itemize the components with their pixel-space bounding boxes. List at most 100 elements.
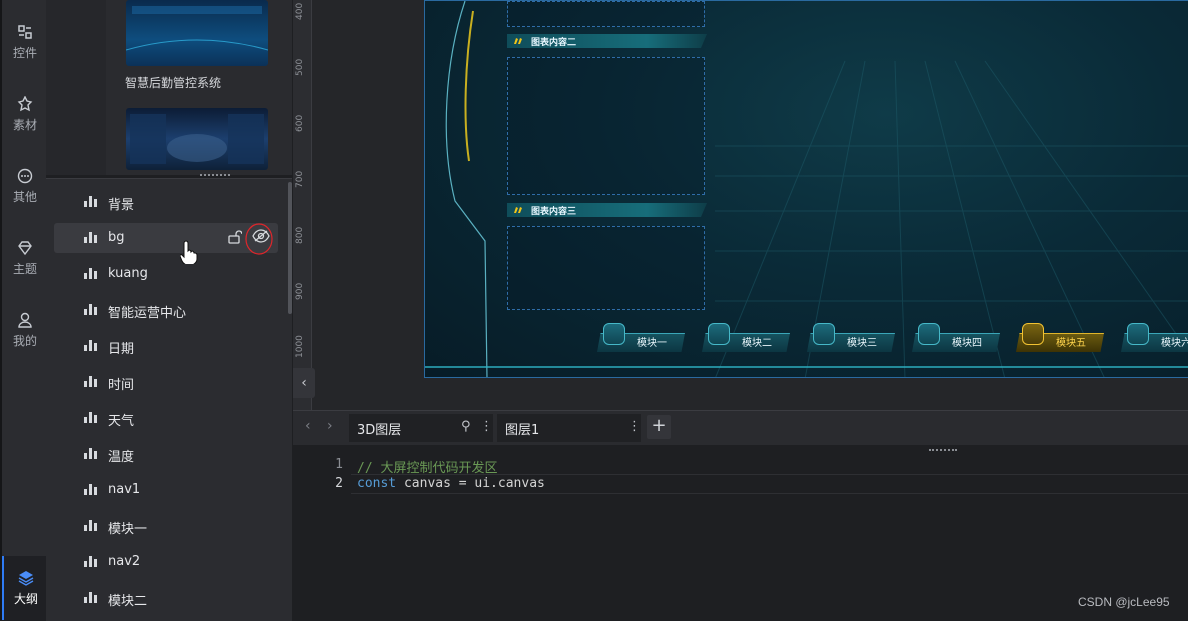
pencil-icon	[514, 38, 522, 44]
more-vertical-icon[interactable]: ⋮	[628, 419, 641, 434]
code-editor[interactable]: 1 // 大屏控制代码开发区 2 const canvas = ui.canva…	[293, 445, 1188, 620]
ruler-tick: 800	[295, 226, 305, 244]
design-canvas[interactable]: 400 500 600 700 800 900 1000 ‹ 图表内容二 图表内…	[293, 0, 1188, 410]
layer-item[interactable]: 模块二	[54, 583, 278, 613]
nav-label: 模块六	[1161, 338, 1188, 349]
line-number: 2	[335, 476, 343, 491]
rail-label-widgets: 控件	[12, 46, 37, 60]
ruler-tick: 900	[295, 282, 305, 300]
ruler-tick: 1000	[295, 335, 305, 358]
layer-label: 温度	[108, 450, 135, 465]
add-tab-button[interactable]: +	[647, 415, 671, 439]
nav-label: 模块三	[847, 338, 877, 349]
assets-icon	[17, 96, 33, 112]
layer-label: kuang	[108, 266, 148, 281]
module-icon	[708, 323, 730, 345]
nav-module-3[interactable]: 模块三	[807, 323, 895, 352]
rail-item-widgets[interactable]: 控件	[2, 24, 48, 61]
chart-panel-box[interactable]	[507, 57, 705, 195]
watermark: CSDN @jcLee95	[1078, 595, 1170, 609]
chart-panel-title: 图表内容二	[507, 34, 707, 48]
code-line: const canvas = ui.canvas	[357, 476, 545, 491]
more-vertical-icon[interactable]: ⋮	[480, 419, 493, 434]
rail-label-assets: 素材	[12, 118, 37, 132]
code-rest: canvas = ui.canvas	[396, 476, 545, 491]
nav-module-4[interactable]: 模块四	[912, 323, 1000, 352]
layer-item[interactable]: 天气	[54, 403, 278, 433]
rail-label-mine: 我的	[12, 334, 37, 348]
chart-panel-box[interactable]	[507, 226, 705, 310]
layers-icon	[18, 571, 34, 586]
nav-module-2[interactable]: 模块二	[702, 323, 790, 352]
ruler-tick: 700	[295, 170, 305, 188]
screen-stage[interactable]: 图表内容二 图表内容三 模块一 模块二 模块三 模块四 模块五 模块六	[424, 0, 1188, 378]
layer-label: 模块一	[108, 522, 148, 537]
hand-cursor-icon	[180, 240, 198, 264]
layer-label: 背景	[108, 198, 135, 213]
layer-item[interactable]: nav1	[54, 475, 278, 505]
module-icon	[603, 323, 625, 345]
panel-title-text: 图表内容三	[531, 207, 577, 217]
chart-bar-icon	[84, 412, 97, 423]
rail-label-other: 其他	[12, 190, 37, 204]
tab-next-icon[interactable]: ›	[327, 418, 333, 434]
rail-item-mine[interactable]: 我的	[2, 312, 48, 349]
layer-label: 日期	[108, 342, 135, 357]
pin-icon[interactable]: ⚲	[461, 419, 471, 434]
more-icon	[17, 168, 33, 184]
ruler-tick: 400	[295, 2, 305, 20]
chart-bar-icon	[84, 304, 97, 315]
editor-split-handle[interactable]	[929, 449, 957, 451]
layer-label: 天气	[108, 414, 135, 429]
globe-icon	[813, 323, 835, 345]
layer-item[interactable]: 温度	[54, 439, 278, 469]
rail-item-theme[interactable]: 主题	[2, 240, 48, 277]
tab-layer-1[interactable]: 图层1 ⋮	[497, 414, 641, 442]
nav-label: 模块一	[637, 338, 667, 349]
rail-item-assets[interactable]: 素材	[2, 96, 48, 133]
layer-item[interactable]: 日期	[54, 331, 278, 361]
layer-item[interactable]: nav2	[54, 547, 278, 577]
layer-item[interactable]: 时间	[54, 367, 278, 397]
chart-panel-box[interactable]	[507, 1, 705, 27]
collapse-panel-button[interactable]: ‹	[293, 368, 315, 398]
rail-label-theme: 主题	[12, 262, 37, 276]
ruler-tick: 600	[295, 114, 305, 132]
chart-bar-icon	[84, 448, 97, 459]
panel-title-text: 图表内容二	[531, 38, 577, 48]
rail-item-outline[interactable]: 大纲	[2, 556, 48, 620]
user-icon	[18, 312, 32, 328]
tab-3d-layer[interactable]: 3D图层 ⚲ ⋮	[349, 414, 493, 442]
theme-icon	[18, 241, 32, 256]
nav-module-1[interactable]: 模块一	[597, 323, 685, 352]
chart-bar-icon	[84, 340, 97, 351]
nav-module-5[interactable]: 模块五	[1016, 323, 1104, 352]
layer-label: 时间	[108, 378, 135, 393]
code-keyword: const	[357, 476, 397, 491]
layer-tab-bar: ‹ › 3D图层 ⚲ ⋮ 图层1 ⋮ +	[293, 410, 1188, 446]
chart-bar-icon	[84, 232, 97, 243]
chart-panel-title: 图表内容三	[507, 203, 707, 217]
layer-item[interactable]: 模块一	[54, 511, 278, 541]
ruler-tick: 500	[295, 58, 305, 76]
outline-scrollbar[interactable]	[288, 182, 292, 314]
layer-item[interactable]: 智能运营中心	[54, 295, 278, 325]
rail-item-other[interactable]: 其他	[2, 168, 48, 205]
unlock-icon[interactable]	[228, 230, 242, 244]
tab-label: 图层1	[505, 423, 540, 438]
nav-label: 模块二	[742, 338, 772, 349]
template-thumbnail[interactable]	[126, 0, 268, 66]
graduation-cap-icon	[1022, 323, 1044, 345]
layer-item[interactable]: kuang	[54, 259, 278, 289]
layer-label: bg	[108, 230, 125, 245]
chart-bar-icon	[84, 268, 97, 279]
left-rail: 控件 素材 其他 主题 我的 大纲	[0, 0, 48, 620]
nav-module-6[interactable]: 模块六	[1121, 323, 1188, 352]
layer-label: 模块二	[108, 594, 148, 609]
tab-label: 3D图层	[357, 423, 402, 438]
layer-label: nav1	[108, 482, 141, 497]
pencil-icon	[514, 207, 522, 213]
layer-item[interactable]: 背景	[54, 187, 278, 217]
template-thumbnail-2[interactable]	[126, 108, 268, 170]
tab-prev-icon[interactable]: ‹	[305, 418, 311, 434]
